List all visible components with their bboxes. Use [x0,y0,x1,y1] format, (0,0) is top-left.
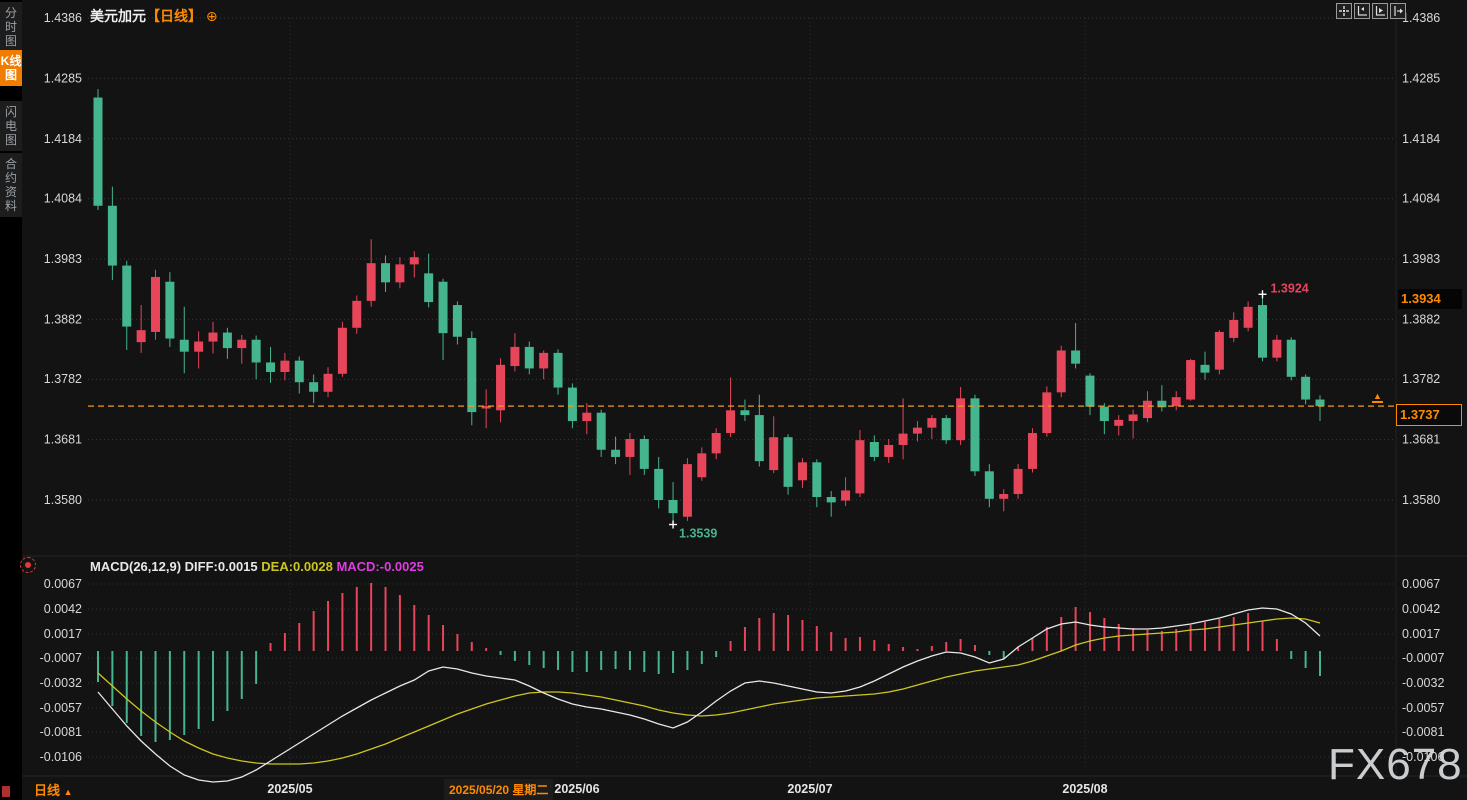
svg-text:1.4386: 1.4386 [44,11,82,25]
svg-text:1.3924: 1.3924 [1270,281,1308,295]
svg-text:0.0042: 0.0042 [44,602,82,616]
svg-text:1.4285: 1.4285 [1402,71,1440,85]
svg-text:1.3580: 1.3580 [44,493,82,507]
axis-zoom-left-icon[interactable] [1354,3,1370,19]
svg-text:-0.0081: -0.0081 [40,725,82,739]
svg-text:1.4285: 1.4285 [44,71,82,85]
svg-text:1.3681: 1.3681 [44,433,82,447]
corner-glyph-icon [2,786,10,797]
prev-close-price-tag: 1.3934 [1398,289,1462,309]
price-line-flag-icon: ▲ [1372,391,1383,403]
svg-text:0.0017: 0.0017 [44,627,82,641]
add-indicator-icon[interactable]: ⊕ [206,8,218,24]
candlestick-chart-canvas[interactable]: 1.43861.43861.42851.42851.41841.41841.40… [0,0,1467,800]
period-selector[interactable]: 日线 ▲ [34,780,73,799]
sidebar-item-lightning[interactable]: 闪电图 [0,101,22,151]
chart-header: 美元加元【日线】 ⊕ [90,6,218,26]
svg-text:1.4084: 1.4084 [44,192,82,206]
chevron-up-icon: ▲ [64,787,73,797]
indicator-settings-icon[interactable] [20,557,36,573]
macd-header[interactable]: MACD(26,12,9) DIFF:0.0015 DEA:0.0028 MAC… [90,559,424,574]
svg-text:-0.0106: -0.0106 [1402,750,1444,764]
svg-text:1.3782: 1.3782 [1402,372,1440,386]
svg-text:-0.0081: -0.0081 [1402,725,1444,739]
svg-text:1.3882: 1.3882 [1402,312,1440,326]
svg-text:-0.0032: -0.0032 [1402,676,1444,690]
sidebar-item-timeshare[interactable]: 分时图 [0,2,22,52]
svg-text:-0.0057: -0.0057 [1402,701,1444,715]
current-price-tag: 1.3737 [1396,404,1462,426]
axis-shift-right-icon[interactable] [1390,3,1406,19]
svg-text:-0.0057: -0.0057 [40,701,82,715]
svg-text:2025/05: 2025/05 [267,782,312,796]
macd-macd-value: MACD:-0.0025 [336,559,423,574]
axis-zoom-play-ic0n[interactable] [1372,3,1388,19]
svg-text:1.3782: 1.3782 [44,372,82,386]
svg-text:1.3983: 1.3983 [44,252,82,266]
svg-text:2025/08: 2025/08 [1062,782,1107,796]
svg-text:0.0017: 0.0017 [1402,627,1440,641]
svg-text:-0.0032: -0.0032 [40,676,82,690]
svg-text:1.3681: 1.3681 [1402,433,1440,447]
sidebar-item-kline[interactable]: K线图 [0,50,22,86]
svg-text:-0.0106: -0.0106 [40,750,82,764]
svg-text:2025/06: 2025/06 [554,782,599,796]
macd-diff-value: DIFF:0.0015 [185,559,258,574]
svg-text:1.4184: 1.4184 [44,132,82,146]
symbol-title: 美元加元 [90,8,146,24]
svg-text:0.0067: 0.0067 [44,577,82,591]
svg-text:1.4184: 1.4184 [1402,132,1440,146]
svg-text:0.0067: 0.0067 [1402,577,1440,591]
svg-text:-0.0007: -0.0007 [40,651,82,665]
sidebar: 分时图 K线图 闪电图 合约资料 [0,0,22,800]
svg-text:-0.0007: -0.0007 [1402,651,1444,665]
svg-text:1.3580: 1.3580 [1402,493,1440,507]
crosshair-move-icon[interactable] [1336,3,1352,19]
sidebar-item-contract-info[interactable]: 合约资料 [0,153,22,217]
macd-formula-label: MACD(26,12,9) [90,559,181,574]
svg-text:1.3983: 1.3983 [1402,252,1440,266]
macd-dea-value: DEA:0.0028 [261,559,333,574]
chart-toolbar [1336,3,1408,19]
svg-text:2025/07: 2025/07 [787,782,832,796]
svg-text:1.3539: 1.3539 [679,527,717,541]
period-tag[interactable]: 【日线】 [146,8,202,24]
svg-text:1.3882: 1.3882 [44,312,82,326]
trading-app-window: 1.43861.43861.42851.42851.41841.41841.40… [0,0,1467,800]
highlighted-date-label: 2025/05/20 星期二 [444,779,553,800]
svg-text:0.0042: 0.0042 [1402,602,1440,616]
svg-text:1.4084: 1.4084 [1402,192,1440,206]
